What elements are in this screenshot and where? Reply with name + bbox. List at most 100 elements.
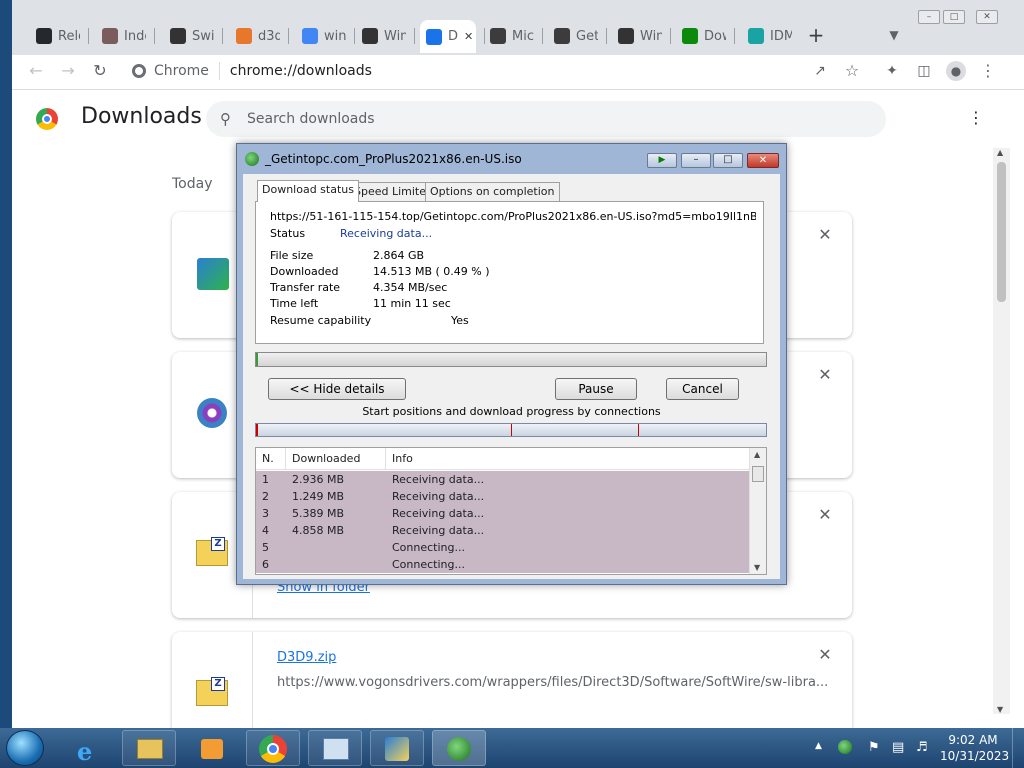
tab-download-status[interactable]: Download status <box>257 180 359 202</box>
browser-tab-1[interactable]: Rele <box>30 22 80 50</box>
tray-idm-icon[interactable] <box>838 740 852 754</box>
taskbar-chrome-icon[interactable] <box>246 730 300 766</box>
tab-search-chevron-icon[interactable]: ▼ <box>884 25 904 45</box>
cell-info: Connecting... <box>392 541 465 554</box>
dialog-titlebar: _Getintopc.com_ProPlus2021x86.en-US.iso <box>245 151 522 167</box>
taskbar-ie-icon[interactable]: e <box>62 730 116 766</box>
browser-tab-7[interactable]: D ✕ <box>420 20 476 53</box>
bookmark-star-icon[interactable]: ☆ <box>842 61 862 81</box>
browser-tab-3[interactable]: Swift <box>164 22 214 50</box>
browser-tab-10[interactable]: Win <box>612 22 662 50</box>
connection-row[interactable]: 1 2.936 MB Receiving data... <box>256 471 750 488</box>
table-scrollbar[interactable]: ▲ ▼ <box>749 448 766 574</box>
tray-network-icon[interactable]: ▤ <box>892 740 904 755</box>
remove-item-1-icon[interactable]: ✕ <box>818 227 832 243</box>
more-actions-icon[interactable]: ⋮ <box>966 108 986 128</box>
taskbar-idm-icon[interactable] <box>432 730 486 766</box>
tab-label: IDM <box>770 28 792 44</box>
tab-speed-limiter[interactable]: Speed Limiter <box>349 182 436 201</box>
scrollbar-thumb[interactable] <box>752 466 764 482</box>
clock-date[interactable]: 10/31/2023 <box>940 749 1009 763</box>
forward-icon[interactable]: → <box>58 61 78 81</box>
tab-separator <box>288 28 289 44</box>
taskbar-media-player-icon[interactable] <box>184 730 238 766</box>
reload-icon[interactable]: ↻ <box>90 61 110 81</box>
remove-item-3-icon[interactable]: ✕ <box>818 507 832 523</box>
remove-item-4-icon[interactable]: ✕ <box>818 647 832 663</box>
connection-row[interactable]: 5 Connecting... <box>256 539 750 556</box>
cell-downloaded: 4.858 MB <box>292 524 345 537</box>
omnibox[interactable]: Chrome chrome://downloads <box>124 57 864 85</box>
cell-downloaded: 5.389 MB <box>292 507 345 520</box>
start-button[interactable] <box>6 730 44 766</box>
scroll-up-icon[interactable]: ▲ <box>754 450 760 459</box>
download-url: https://51-161-115-154.top/Getintopc.com… <box>270 210 756 223</box>
search-icon: ⚲ <box>220 110 231 128</box>
toolbar-divider <box>12 89 1024 90</box>
connections-caption: Start positions and download progress by… <box>362 405 661 418</box>
col-n[interactable]: N. <box>256 448 286 470</box>
cancel-button[interactable]: Cancel <box>666 378 739 400</box>
browser-tab-6[interactable]: Win <box>356 22 406 50</box>
tab-label: Win <box>384 28 406 44</box>
connection-row[interactable]: 4 4.858 MB Receiving data... <box>256 522 750 539</box>
minimize-button[interactable]: – <box>918 10 940 24</box>
tab-label: Inde <box>124 28 146 44</box>
dialog-close-button[interactable]: ✕ <box>747 153 779 168</box>
omnibox-url[interactable]: chrome://downloads <box>230 63 372 79</box>
scroll-down-icon[interactable]: ▼ <box>997 705 1003 714</box>
tab-label: D <box>448 29 459 44</box>
download-filename-link[interactable]: D3D9.zip <box>277 650 336 665</box>
scroll-up-icon[interactable]: ▲ <box>997 148 1003 157</box>
page-scrollbar[interactable]: ▲ ▼ <box>993 148 1010 714</box>
col-info[interactable]: Info <box>386 448 750 470</box>
close-tab-icon[interactable]: ✕ <box>464 30 473 43</box>
tab-options-on-completion[interactable]: Options on completion <box>425 182 560 201</box>
clock-time[interactable]: 9:02 AM <box>940 733 1006 747</box>
connection-row[interactable]: 6 Connecting... <box>256 556 750 573</box>
taskbar-installer-icon[interactable] <box>370 730 424 766</box>
profile-avatar-icon[interactable]: ● <box>946 61 966 81</box>
cell-info: Receiving data... <box>392 524 485 537</box>
close-window-button[interactable]: ✕ <box>976 10 998 24</box>
search-box[interactable]: ⚲ Search downloads <box>206 101 886 137</box>
browser-tab-11[interactable]: Dow <box>676 22 726 50</box>
tray-action-center-icon[interactable]: ⚑ <box>868 740 880 755</box>
maximize-button[interactable]: □ <box>943 10 965 24</box>
download-icon <box>426 28 442 45</box>
share-icon[interactable]: ↗ <box>810 61 830 81</box>
search-input[interactable]: Search downloads <box>247 111 375 127</box>
browser-tab-8[interactable]: Micr <box>484 22 534 50</box>
scroll-down-icon[interactable]: ▼ <box>754 563 760 572</box>
browser-tab-12[interactable]: IDM <box>742 22 792 50</box>
col-downloaded[interactable]: Downloaded <box>286 448 386 470</box>
browser-tab-9[interactable]: Get <box>548 22 598 50</box>
dialog-maximize-button[interactable]: □ <box>713 153 743 168</box>
connection-row[interactable]: 2 1.249 MB Receiving data... <box>256 488 750 505</box>
taskbar-explorer-icon[interactable] <box>122 730 176 766</box>
hide-details-button[interactable]: << Hide details <box>268 378 406 400</box>
show-hidden-icons-icon[interactable]: ▲ <box>815 741 822 751</box>
google-icon <box>302 28 318 44</box>
remove-item-2-icon[interactable]: ✕ <box>818 367 832 383</box>
scrollbar-thumb[interactable] <box>997 162 1006 302</box>
cell-n: 2 <box>262 490 269 503</box>
tray-volume-icon[interactable]: ♬ <box>916 740 928 755</box>
side-panel-icon[interactable]: ◫ <box>914 61 934 81</box>
dialog-tray-button[interactable]: ▶ <box>647 153 677 168</box>
overall-progress-fill <box>256 353 258 366</box>
browser-tab-2[interactable]: Inde <box>96 22 146 50</box>
back-icon[interactable]: ← <box>26 61 46 81</box>
extensions-icon[interactable]: ✦ <box>882 61 902 81</box>
taskbar-remote-desktop-icon[interactable] <box>308 730 362 766</box>
chrome-menu-icon[interactable]: ⋮ <box>978 61 998 81</box>
downloaded-value: 14.513 MB ( 0.49 % ) <box>373 265 490 278</box>
new-tab-button[interactable]: + <box>806 25 826 45</box>
connection-row[interactable]: 3 5.389 MB Receiving data... <box>256 505 750 522</box>
browser-tab-5[interactable]: wind <box>296 22 346 50</box>
show-desktop-button[interactable] <box>1012 728 1024 768</box>
dialog-minimize-button[interactable]: – <box>681 153 711 168</box>
browser-tab-4[interactable]: d3d <box>230 22 280 50</box>
pause-button[interactable]: Pause <box>555 378 637 400</box>
tab-separator <box>734 28 735 44</box>
